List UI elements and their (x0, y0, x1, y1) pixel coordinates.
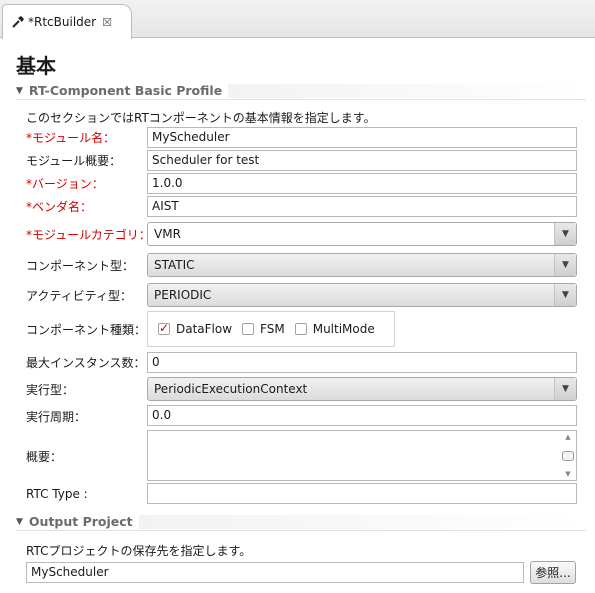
scroll-thumb[interactable] (562, 450, 574, 461)
page-title: 基本 (16, 54, 56, 78)
category-value: VMR (154, 227, 181, 241)
vendor-label: *ベンダ名： (26, 200, 93, 214)
module-name-input[interactable]: MyScheduler (147, 127, 577, 148)
checkbox-checked-icon[interactable] (158, 321, 170, 335)
module-description-label: モジュール概要： (26, 154, 122, 168)
section-output-project-header[interactable]: ▼ Output Project (16, 513, 586, 531)
checkbox-label: MultiMode (312, 322, 375, 336)
section-header-fill (228, 83, 586, 98)
scroll-down-icon[interactable]: ▼ (565, 470, 570, 478)
execution-rate-input[interactable]: 0.0 (147, 405, 577, 426)
output-project-input[interactable]: MyScheduler (26, 562, 524, 583)
module-name-label: *モジュール名： (26, 131, 116, 145)
chevron-down-icon[interactable]: ▼ (554, 378, 576, 400)
checkbox-multimode[interactable]: MultiMode (294, 322, 375, 336)
chevron-down-icon[interactable]: ▼ (554, 254, 576, 276)
chevron-down-icon[interactable]: ▼ (554, 223, 576, 245)
version-input[interactable]: 1.0.0 (147, 173, 577, 194)
module-description-input[interactable]: Scheduler for test (147, 150, 577, 171)
abstract-textarea[interactable]: ▲ ▼ (147, 430, 577, 481)
component-type-label: コンポーネント型： (26, 259, 135, 273)
component-kind-label: コンポーネント種類： (26, 323, 147, 337)
component-kind-group: DataFlow FSM MultiMode (147, 311, 395, 347)
basic-section-description: このセクションではRTコンポーネントの基本情報を指定します。 (26, 111, 376, 125)
checkbox-unchecked-icon[interactable] (294, 323, 307, 335)
execution-type-select[interactable]: PeriodicExecutionContext ▼ (147, 377, 577, 401)
editor-tab-bar: *RtcBuilder ☒ (0, 0, 595, 39)
tab-rtcbuilder[interactable]: *RtcBuilder ☒ (2, 4, 132, 39)
vertical-scrollbar[interactable]: ▲ ▼ (560, 431, 576, 480)
execution-type-value: PeriodicExecutionContext (154, 382, 308, 396)
vendor-input[interactable]: AIST (147, 196, 577, 217)
tab-title: *RtcBuilder (28, 15, 97, 29)
checkbox-label: DataFlow (176, 322, 233, 336)
execution-type-label: 実行型： (26, 383, 75, 397)
activity-type-value: PERIODIC (154, 288, 212, 302)
triangle-down-icon[interactable]: ▼ (16, 86, 23, 96)
activity-type-select[interactable]: PERIODIC ▼ (147, 283, 577, 307)
category-label: *モジュールカテゴリ： (26, 228, 151, 242)
output-section-description: RTCプロジェクトの保存先を指定します。 (26, 544, 252, 558)
scroll-up-icon[interactable]: ▲ (565, 433, 570, 441)
execution-rate-label: 実行周期： (26, 410, 87, 424)
category-combo[interactable]: VMR ▼ (147, 222, 577, 246)
abstract-label: 概要： (26, 450, 63, 464)
version-label: *バージョン： (26, 177, 104, 191)
checkbox-dataflow[interactable]: DataFlow (158, 321, 233, 336)
rtc-type-input[interactable] (147, 483, 577, 504)
chevron-down-icon[interactable]: ▼ (554, 284, 576, 306)
section-title: RT-Component Basic Profile (28, 83, 223, 98)
component-type-select[interactable]: STATIC ▼ (147, 253, 577, 277)
section-title: Output Project (28, 514, 133, 529)
checkbox-unchecked-icon[interactable] (242, 323, 255, 335)
max-instances-input[interactable]: 0 (147, 352, 577, 373)
component-type-value: STATIC (154, 258, 195, 272)
section-basic-profile-header[interactable]: ▼ RT-Component Basic Profile (16, 82, 586, 100)
close-icon[interactable]: ☒ (102, 16, 112, 29)
checkbox-label: FSM (260, 322, 285, 336)
browse-button[interactable]: 参照... (530, 561, 576, 584)
section-header-fill (138, 514, 586, 529)
checkbox-fsm[interactable]: FSM (242, 322, 285, 336)
hammer-icon (12, 16, 24, 28)
rtc-type-label: RTC Type : (26, 487, 88, 501)
triangle-down-icon[interactable]: ▼ (16, 517, 23, 527)
activity-type-label: アクティビティ型： (26, 289, 132, 303)
max-instances-label: 最大インスタンス数： (26, 356, 146, 370)
